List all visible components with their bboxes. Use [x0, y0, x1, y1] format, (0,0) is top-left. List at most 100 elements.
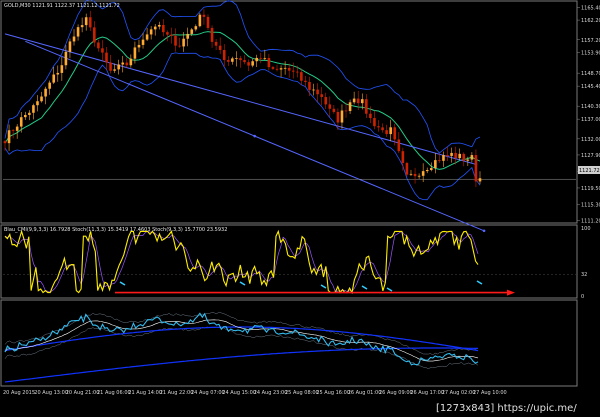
candle-body	[308, 81, 311, 90]
candle-body	[478, 178, 482, 182]
candle-body	[344, 110, 348, 112]
watermark: [1273x843] https://upic.me/	[436, 403, 577, 414]
time-tick-label: 25 Aug 16:00	[316, 390, 350, 396]
candle-body	[182, 38, 185, 47]
oscillator-panel-frame	[0, 224, 578, 299]
candle-body	[336, 111, 340, 123]
candle-body	[198, 14, 202, 27]
candle-body	[312, 89, 315, 91]
price-tick-label: 1157.20	[581, 38, 600, 44]
candle-body	[19, 117, 23, 127]
candle-body	[76, 27, 80, 37]
candle-body	[365, 99, 368, 114]
time-tick-label: 26 Aug 01:00	[348, 390, 382, 396]
candle-body	[52, 74, 56, 83]
time-tick-label: 25 Aug 08:00	[285, 390, 319, 396]
candle-body	[369, 113, 372, 119]
candle-body	[88, 17, 92, 28]
candle-body	[413, 173, 417, 177]
bottom-panel-frame	[0, 299, 578, 387]
candle-body	[121, 62, 125, 65]
candle-body	[40, 96, 43, 102]
candle-body	[296, 71, 299, 73]
upper-band-line	[4, 0, 481, 154]
candle-body	[214, 41, 218, 46]
trend-line-midpoint	[253, 134, 256, 138]
candle-body	[438, 160, 441, 161]
candle-body	[275, 68, 279, 70]
price-tick-label: 1140.30	[581, 104, 600, 110]
candle-body	[287, 67, 291, 71]
candle-body	[153, 26, 157, 30]
time-tick-label: 26 Aug 17:00	[410, 390, 444, 396]
cyan-arrow	[361, 285, 368, 290]
candle-body	[462, 153, 466, 161]
price-tick-label: 1132.00	[581, 137, 600, 143]
price-tick-label: 1111.20	[581, 219, 600, 225]
candle-body	[141, 39, 145, 45]
oscillator-panel: 100 32 0	[3, 226, 591, 300]
price-tick-label: 1148.70	[581, 71, 600, 77]
candle-body	[421, 171, 425, 176]
candle-body	[231, 58, 234, 62]
lower-band-line	[4, 52, 481, 201]
candle-body	[291, 70, 295, 72]
price-tick-label: 1162.20	[581, 18, 600, 24]
candle-body	[454, 152, 457, 159]
candle-body	[97, 42, 100, 49]
candle-body	[243, 60, 246, 63]
candle-body	[239, 58, 242, 61]
trading-chart: 100 32 0 1165.40 1162.20 1157.20 1153.90 1148.…	[0, 0, 600, 414]
candle-body	[381, 127, 384, 131]
time-tick-label: 27 Aug 02:00	[442, 390, 476, 396]
candle-body	[113, 69, 116, 71]
candle-body	[283, 67, 287, 69]
candle-body	[401, 151, 405, 164]
candle-body	[271, 67, 275, 69]
candle-body	[64, 51, 68, 66]
trend-line-1	[4, 33, 477, 165]
candle-body	[328, 104, 332, 109]
candle-body	[117, 64, 120, 70]
candle-body	[145, 34, 149, 40]
red-arrow-head	[507, 289, 515, 296]
price-tick-label: 1115.30	[581, 203, 600, 209]
cyan-arrow	[119, 281, 126, 286]
candle-body	[429, 168, 433, 171]
time-tick-label: 24 Aug 15:00	[222, 390, 256, 396]
candle-body	[23, 114, 27, 118]
candle-body	[84, 17, 88, 26]
candle-body	[174, 35, 177, 46]
candle-body	[332, 108, 336, 112]
time-tick-label: 27 Aug 10:00	[473, 390, 507, 396]
price-tick-label: 1137.00	[581, 117, 600, 123]
time-tick-label: 24 Aug 23:00	[254, 390, 288, 396]
candle-body	[389, 127, 392, 135]
price-tick-label: 1127.90	[581, 153, 600, 159]
candle-body	[425, 170, 429, 172]
candle-body	[442, 155, 445, 161]
candle-body	[105, 52, 108, 63]
candle-body	[202, 14, 206, 17]
candle-body	[434, 160, 437, 169]
trend-line-end-2	[482, 229, 486, 233]
candle-body	[210, 27, 214, 42]
price-tick-label: 1145.40	[581, 84, 600, 90]
time-tick-label: 26 Aug 09:00	[379, 390, 413, 396]
candle-body	[93, 27, 96, 43]
candle-body	[129, 58, 133, 66]
candle-body	[304, 80, 307, 82]
candle-body	[450, 152, 453, 156]
candle-body	[348, 102, 352, 112]
candle-body	[279, 68, 283, 70]
candle-body	[32, 105, 35, 113]
candle-body	[324, 97, 328, 105]
candle-body	[60, 65, 64, 73]
time-tick-label: 21 Aug 14:00	[128, 390, 162, 396]
candle-body	[360, 99, 364, 104]
candle-body	[393, 127, 397, 140]
candle-body	[474, 155, 478, 182]
candle-body	[36, 101, 39, 106]
candle-body	[109, 62, 112, 71]
candle-body	[446, 155, 449, 156]
